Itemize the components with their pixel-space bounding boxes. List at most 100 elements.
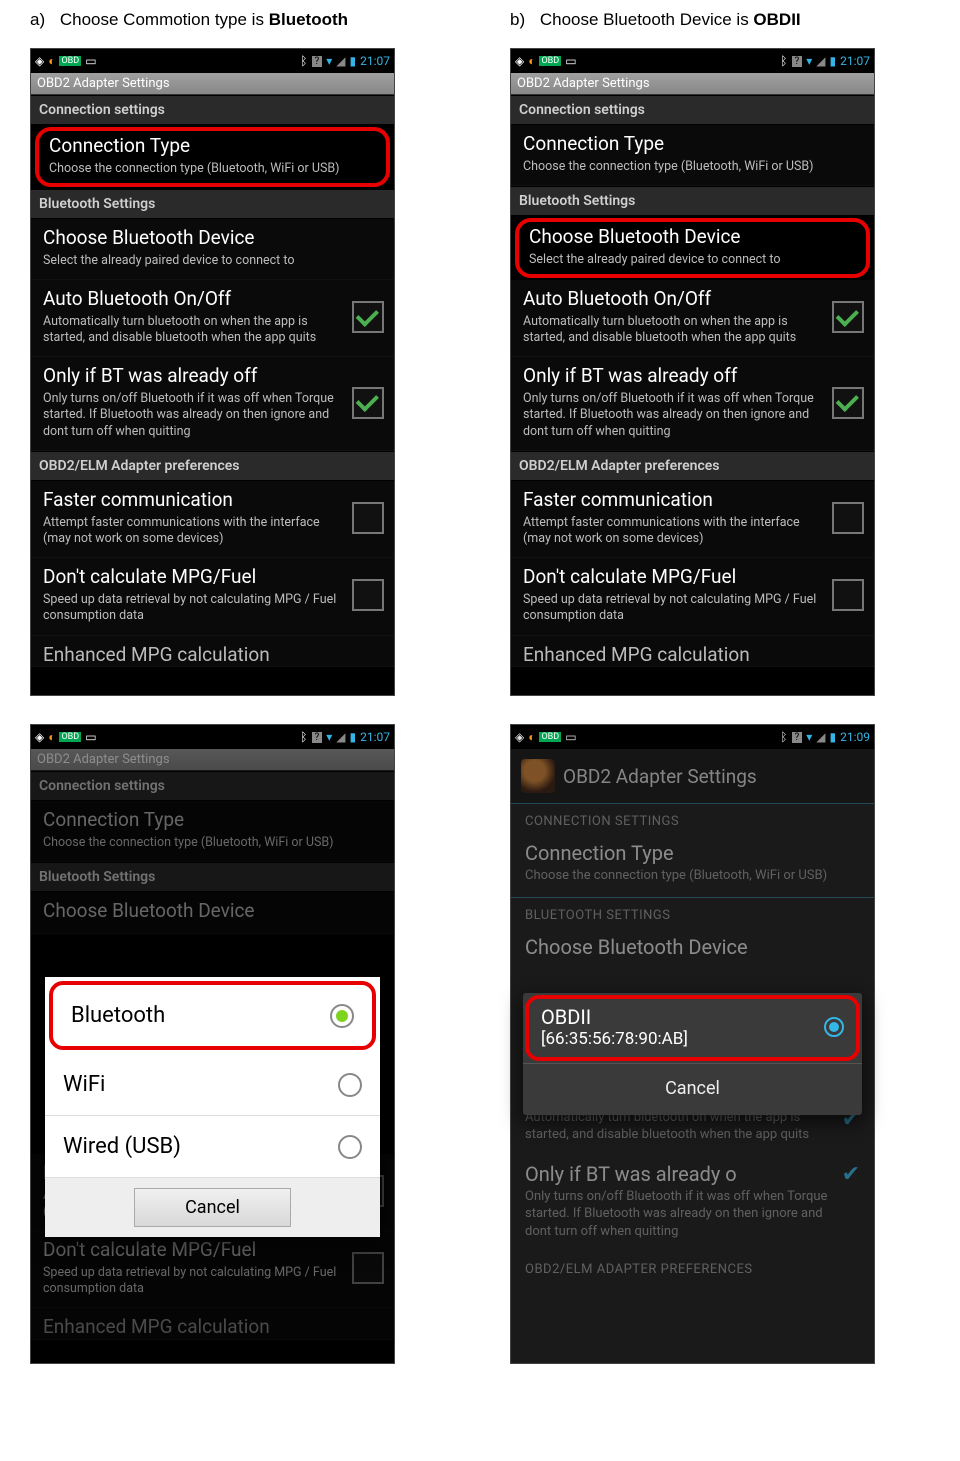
picture-icon: ▭ (565, 54, 576, 68)
faster-comm-item[interactable]: Faster communication Attempt faster comm… (511, 481, 874, 558)
battery-icon: ▮ (830, 730, 837, 744)
device-option-obdii[interactable]: OBDII [66:35:56:78:90:AB] (525, 995, 860, 1061)
section-connection: Connection settings (511, 95, 874, 125)
app-notif-icon: ◐ (48, 54, 55, 68)
picture-icon: ▭ (85, 730, 96, 744)
help-icon: ? (312, 732, 323, 743)
radio-on-icon (824, 1017, 844, 1037)
radio-off-icon (338, 1073, 362, 1097)
step-b-label: b) Choose Bluetooth Device is OBDII (510, 10, 930, 30)
section-adapter: OBD2/ELM ADAPTER PREFERENCES (511, 1252, 874, 1283)
no-mpg-checkbox[interactable] (352, 579, 384, 611)
battery-icon: ▮ (350, 54, 357, 68)
step-a-label: a) Choose Commotion type is Bluetooth (30, 10, 450, 30)
no-mpg-item[interactable]: Don't calculate MPG/Fuel Speed up data r… (511, 558, 874, 635)
titlebar: OBD2 Adapter Settings (31, 73, 394, 95)
auto-bluetooth-checkbox[interactable] (832, 301, 864, 333)
screenshot-a-settings: ◈ ◐ OBD ▭ ᛒ ? ▾ ◢ ▮ 21:07 OBD2 Adapter S… (30, 48, 395, 696)
signal-icon: ◢ (336, 54, 345, 68)
app-notif-icon: ◐ (528, 54, 535, 68)
auto-bluetooth-checkbox[interactable] (352, 301, 384, 333)
conn-opt-bluetooth[interactable]: Bluetooth (49, 981, 376, 1050)
bluetooth-device-dialog: OBDII [66:35:56:78:90:AB] Cancel (523, 993, 862, 1115)
section-bluetooth: Bluetooth Settings (31, 862, 394, 892)
status-bar: ◈ ◐ OBD ▭ ᛒ ? ▾ ◢ ▮ 21:07 (31, 49, 394, 73)
section-connection: CONNECTION SETTINGS (511, 803, 874, 835)
conn-opt-wired[interactable]: Wired (USB) (45, 1116, 380, 1178)
section-connection: Connection settings (31, 95, 394, 125)
status-bar: ◈ ◐ OBD ▭ ᛒ ? ▾ ◢ ▮ 21:07 (511, 49, 874, 73)
section-adapter: OBD2/ELM Adapter preferences (511, 451, 874, 481)
gps-icon: ◈ (35, 730, 44, 744)
only-if-off-item[interactable]: Only if BT was already off Only turns on… (511, 357, 874, 451)
clock: 21:07 (840, 54, 870, 68)
connection-type-item: Connection Type Choose the connection ty… (511, 835, 874, 897)
connection-type-item[interactable]: Connection Type Choose the connection ty… (511, 125, 874, 186)
choose-bluetooth-item[interactable]: Choose Bluetooth Device Select the alrea… (31, 219, 394, 280)
clock: 21:07 (360, 54, 390, 68)
faster-comm-checkbox[interactable] (832, 502, 864, 534)
auto-bluetooth-item[interactable]: Auto Bluetooth On/Off Automatically turn… (511, 280, 874, 357)
choose-bluetooth-item: Choose Bluetooth Device (511, 929, 874, 971)
radio-on-icon (330, 1004, 354, 1028)
enhanced-mpg-item: Enhanced MPG calculation (31, 1308, 394, 1340)
gps-icon: ◈ (35, 54, 44, 68)
titlebar: OBD2 Adapter Settings (511, 73, 874, 95)
battery-icon: ▮ (830, 54, 837, 68)
signal-icon: ◢ (816, 54, 825, 68)
signal-icon: ◢ (816, 730, 825, 744)
section-bluetooth: Bluetooth Settings (31, 189, 394, 219)
faster-comm-item[interactable]: Faster communication Attempt faster comm… (31, 481, 394, 558)
no-mpg-item: Don't calculate MPG/Fuel Speed up data r… (31, 1231, 394, 1308)
only-if-off-checkbox[interactable] (352, 387, 384, 419)
picture-icon: ▭ (565, 730, 576, 744)
picture-icon: ▭ (85, 54, 96, 68)
cancel-button[interactable]: Cancel (523, 1063, 862, 1115)
screenshot-a-dialog: ◈ ◐ OBD ▭ ᛒ ? ▾ ◢ ▮ 21:07 OBD2 Adapter S… (30, 724, 395, 1364)
status-bar: ◈ ◐ OBD ▭ ᛒ ? ▾ ◢ ▮ 21:09 (511, 725, 874, 749)
enhanced-mpg-item[interactable]: Enhanced MPG calculation (31, 636, 394, 668)
choose-bluetooth-item[interactable]: Choose Bluetooth Device Select the alrea… (515, 218, 870, 278)
only-if-off-checkbox[interactable] (832, 387, 864, 419)
help-icon: ? (792, 56, 803, 67)
no-mpg-item[interactable]: Don't calculate MPG/Fuel Speed up data r… (31, 558, 394, 635)
choose-bluetooth-item: Choose Bluetooth Device (31, 892, 394, 934)
titlebar: OBD2 Adapter Settings (31, 749, 394, 771)
bluetooth-icon: ᛒ (300, 730, 307, 744)
enhanced-mpg-item[interactable]: Enhanced MPG calculation (511, 636, 874, 668)
bluetooth-icon: ᛒ (300, 54, 307, 68)
app-icon (521, 759, 555, 793)
section-bluetooth: BLUETOOTH SETTINGS (511, 897, 874, 929)
cancel-button[interactable]: Cancel (134, 1188, 291, 1227)
checked-icon: ✔ (842, 1162, 860, 1187)
no-mpg-checkbox (352, 1252, 384, 1284)
faster-comm-checkbox[interactable] (352, 502, 384, 534)
only-if-off-item[interactable]: Only if BT was already off Only turns on… (31, 357, 394, 451)
status-bar: ◈ ◐ OBD ▭ ᛒ ? ▾ ◢ ▮ 21:07 (31, 725, 394, 749)
radio-off-icon (338, 1135, 362, 1159)
signal-icon: ◢ (336, 730, 345, 744)
section-connection: Connection settings (31, 771, 394, 801)
app-notif-icon: ◐ (48, 730, 55, 744)
wifi-icon: ▾ (326, 730, 332, 744)
auto-bluetooth-item[interactable]: Auto Bluetooth On/Off Automatically turn… (31, 280, 394, 357)
help-icon: ? (312, 56, 323, 67)
gps-icon: ◈ (515, 730, 524, 744)
section-bluetooth: Bluetooth Settings (511, 186, 874, 216)
battery-icon: ▮ (350, 730, 357, 744)
section-adapter: OBD2/ELM Adapter preferences (31, 451, 394, 481)
help-icon: ? (792, 732, 803, 743)
connection-type-item: Connection Type Choose the connection ty… (31, 801, 394, 862)
conn-opt-wifi[interactable]: WiFi (45, 1054, 380, 1116)
gps-icon: ◈ (515, 54, 524, 68)
no-mpg-checkbox[interactable] (832, 579, 864, 611)
screenshot-b-settings: ◈ ◐ OBD ▭ ᛒ ? ▾ ◢ ▮ 21:07 OBD2 Adapter S… (510, 48, 875, 696)
obd-notif-icon: OBD (59, 56, 81, 66)
only-if-off-item: Only if BT was already o Only turns on/o… (511, 1156, 874, 1253)
clock: 21:09 (840, 730, 870, 744)
connection-type-item[interactable]: Connection Type Choose the connection ty… (35, 127, 390, 187)
wifi-icon: ▾ (806, 54, 812, 68)
bluetooth-icon: ᛒ (780, 730, 787, 744)
appbar: OBD2 Adapter Settings (511, 749, 874, 803)
bluetooth-icon: ᛒ (780, 54, 787, 68)
